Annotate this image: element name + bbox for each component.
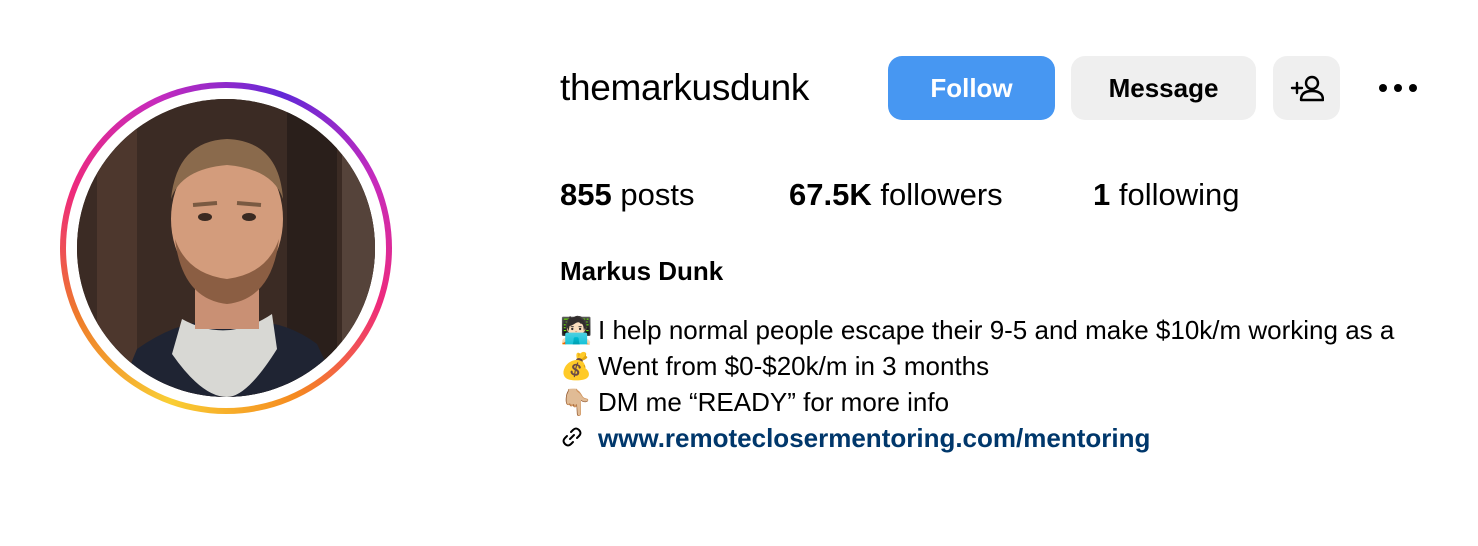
technologist-emoji-icon: 🧑🏻‍💻 <box>560 316 593 346</box>
more-dot <box>1394 84 1402 92</box>
bio-text: DM me “READY” for more info <box>598 387 950 417</box>
bio-line: 💰 Went from $0-$20k/m in 3 months <box>560 348 1478 384</box>
message-button[interactable]: Message <box>1071 56 1256 120</box>
following-count: 1 <box>1093 177 1111 212</box>
followers-label: followers <box>880 177 1003 212</box>
more-dot <box>1379 84 1387 92</box>
more-dot <box>1409 84 1417 92</box>
posts-label: posts <box>620 177 695 212</box>
full-name: Markus Dunk <box>560 256 724 286</box>
link-icon <box>560 422 598 456</box>
add-person-icon <box>1290 75 1324 102</box>
more-options-icon[interactable] <box>1368 64 1428 112</box>
following-stat[interactable]: 1 following <box>1093 176 1240 214</box>
username: themarkusdunk <box>560 67 810 108</box>
bio-text: Went from $0-$20k/m in 3 months <box>598 351 990 381</box>
bio-text: I help normal people escape their 9-5 an… <box>598 315 1395 345</box>
posts-stat: 855 posts <box>560 176 694 214</box>
website-link[interactable]: www.remoteclosermentoring.com/mentoring <box>598 423 1150 453</box>
avatar-ring[interactable] <box>60 82 392 414</box>
followers-count: 67.5K <box>789 177 872 212</box>
posts-count: 855 <box>560 177 612 212</box>
bio-link-row: www.remoteclosermentoring.com/mentoring <box>560 420 1478 456</box>
suggest-users-button[interactable] <box>1273 56 1340 120</box>
pointing-down-emoji-icon: 👇🏼 <box>560 388 593 418</box>
bio-line: 🧑🏻‍💻 I help normal people escape their 9-… <box>560 312 1478 348</box>
following-label: following <box>1118 177 1240 212</box>
follow-button[interactable]: Follow <box>888 56 1055 120</box>
bio: 🧑🏻‍💻 I help normal people escape their 9-… <box>560 312 1478 456</box>
followers-stat[interactable]: 67.5K followers <box>789 176 1003 214</box>
avatar-photo <box>77 99 375 397</box>
avatar[interactable] <box>77 99 375 397</box>
money-bag-emoji-icon: 💰 <box>560 352 593 382</box>
bio-line: 👇🏼 DM me “READY” for more info <box>560 384 1478 420</box>
